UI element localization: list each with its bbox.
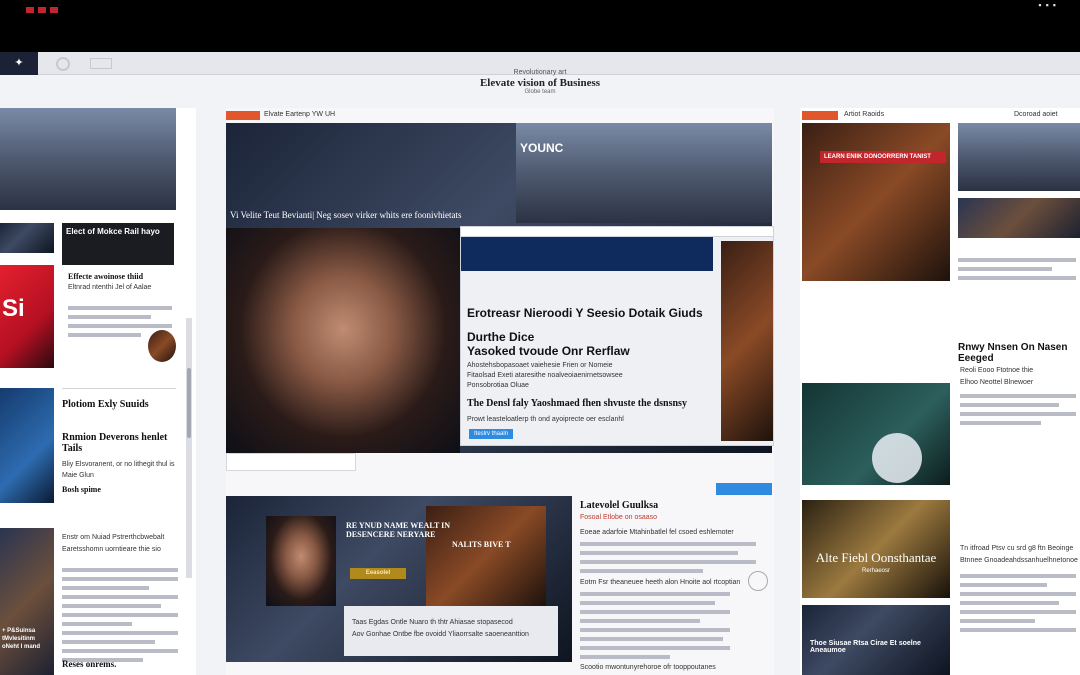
right-card-sign: LEARN ENIIK DONOORRERN TANIST [820, 151, 946, 163]
left-body-3: Enstr om Nuiad Pstrerthcbwebalt [62, 534, 165, 541]
story-2-overlay-b: NALITS BIVE T [452, 540, 511, 549]
story-2-caption-b: Aov Gonhae Ontbe fbe ovoidd Yliaorrsalte… [352, 631, 529, 638]
article-subtitle: Fosoal Etlobe on osaaso [580, 514, 658, 521]
left-card-1-title: Elect of Mokce Rail hayo [66, 227, 160, 236]
center-panel: Erotreasr Nieroodi Y Seesio Dotaik Giuds… [460, 226, 774, 446]
left-scrollbar[interactable] [186, 318, 192, 578]
right-card-dark-image[interactable]: Thoe Siusae Rtsa Cirae Et soelne Aneaumo… [802, 605, 950, 675]
right-column: Artiot Raoids Dcoroad aoiet LEARN ENIIK … [800, 108, 1080, 675]
right-card-3-image[interactable] [958, 198, 1080, 238]
right-card-1-image[interactable]: LEARN ENIIK DONOORRERN TANIST [802, 123, 950, 281]
story-2-chip[interactable]: Eeasolel [350, 568, 406, 579]
left-column: Si Elect of Mokce Rail hayo Effecte awoi… [0, 108, 196, 675]
left-card-1-sub[interactable]: Effecte awoinose thiid [68, 272, 176, 281]
hero-portrait [226, 228, 460, 453]
center-caption-bar[interactable] [226, 453, 356, 471]
right-card-gold-title: Alte Fiebl Oonsthantae [815, 550, 937, 565]
story-2-overlay: RE YNUD NAME WEALT IN DESENCERE NERYARE [346, 521, 451, 540]
right-body-2: Tn itfroad Ptsv cu srd g8 ftn Beoinge [960, 545, 1074, 552]
left-thumb-crowd[interactable]: + P&Suinsa tMvlesitinm oNeht I mand [0, 528, 54, 675]
story-2-caption: Taas Egdas Ontle Nuaro th thtr Ahiasae s… [352, 619, 513, 626]
right-body-1b: Elhoo Neottel Blnewoer [960, 379, 1034, 386]
right-section-label[interactable]: Artiot Raoids [844, 111, 944, 118]
panel-title[interactable]: Erotreasr Nieroodi Y Seesio Dotaik Giuds [467, 307, 717, 320]
os-top-bar: ▪▪▪ [0, 0, 1080, 52]
panel-heading-2b[interactable]: Yasoked tvoude Onr Rerflaw [467, 345, 717, 358]
left-card-1[interactable]: Elect of Mokce Rail hayo [62, 223, 174, 265]
panel-line-1: Ahostehsbopasoaet vaiehesie Frien or Nom… [467, 362, 613, 369]
left-footer-heading[interactable]: Reses onrems. [62, 659, 182, 669]
left-thumb-red[interactable]: Si [0, 265, 54, 368]
right-body-2b: Btnnee Gnoadeahdssanhuelhnetonoe [960, 557, 1078, 564]
hero-overlay-text: Vi Velite Teut Bevianti| Neg sosev virke… [230, 210, 462, 220]
site-header: Revolutionary art Elevate vision of Busi… [400, 69, 680, 105]
right-section-label-2[interactable]: Dcoroad aoiet [1014, 111, 1080, 118]
reload-icon[interactable] [56, 57, 70, 71]
article-share-icon[interactable] [748, 571, 768, 591]
panel-side-image[interactable] [721, 241, 773, 441]
right-card-globe-icon [872, 433, 922, 483]
article-body-3: Scootio mwontunyrehoroe ofr tooppoutanes [580, 664, 716, 671]
story-2-caption-box: Taas Egdas Ontle Nuaro th thtr Ahiasae s… [344, 606, 558, 656]
app-logo-icon[interactable]: ✦ [0, 52, 38, 75]
system-tray-icons[interactable]: ▪▪▪ [1038, 0, 1060, 10]
site-tagline: Globe team [524, 89, 556, 95]
left-sub-2[interactable]: Bosh spime [62, 485, 182, 494]
page-canvas: Revolutionary art Elevate vision of Busi… [0, 69, 1080, 675]
panel-line-3: Ponsobrotiaa Oluae [467, 382, 529, 389]
right-card-dark-title: Thoe Siusae Rtsa Cirae Et soelne Aneaumo… [810, 640, 921, 654]
panel-line-4: Prowt leasteloatlerp th ond ayoiprecte o… [467, 416, 624, 423]
right-card-2-image[interactable] [958, 123, 1080, 191]
left-overlay: + P&Suinsa tMvlesitinm oNeht I mand [2, 628, 41, 650]
right-card-teal-image[interactable] [802, 383, 950, 485]
tab-icon[interactable] [90, 58, 112, 69]
panel-nav-bar[interactable] [461, 237, 713, 271]
center-subscribe-button[interactable] [716, 483, 772, 495]
left-food-image[interactable] [148, 330, 176, 362]
article-body-2: Eotm Fsr theaneuee heeth alon Hnoite aol… [580, 579, 741, 586]
window-controls[interactable] [26, 0, 62, 13]
panel-heading-3[interactable]: The Densl faly Yaoshmaed fhen shvuste th… [467, 398, 717, 410]
left-body-2b: Maie Glun [62, 472, 94, 479]
panel-button[interactable]: Iteslrv thaaln [469, 429, 513, 439]
hero-sign: YOUNC [520, 141, 564, 155]
site-name[interactable]: Elevate vision of Business [400, 77, 680, 89]
left-thumb-1[interactable] [0, 223, 54, 253]
article-title[interactable]: Latevolel Guulksa [580, 500, 770, 512]
right-body-1: Reoli Eooo Ftotnoe thie [960, 367, 1034, 374]
left-heading-2[interactable]: Rnmion Deverons henlet Tails [62, 432, 182, 454]
right-card-gold-sub: Rerhaeosr [861, 568, 890, 574]
left-body-2: Bliy Elsvoranent, or no lithegit thul is [62, 461, 175, 468]
site-kicker: Revolutionary art [513, 69, 567, 76]
center-section-badge [226, 111, 260, 120]
center-column: Elvate Eartenp YW UH YOUNC Vi Velite Teu… [226, 108, 774, 675]
center-section-label[interactable]: Elvate Eartenp YW UH [264, 111, 464, 118]
right-card-gold-image[interactable]: Alte Fiebl Oonsthantae Rerhaeosr [802, 500, 950, 598]
panel-heading-2a[interactable]: Durthe Dice [467, 331, 717, 344]
panel-toolbar[interactable] [461, 227, 773, 237]
left-body-3b: Earetsshomn uorntieare thie sio [62, 546, 161, 553]
hero-city-image: YOUNC [516, 123, 772, 223]
right-heading-1[interactable]: Rnwy Nnsen On Nasen Eeeged [958, 342, 1080, 364]
right-section-badge [802, 111, 838, 120]
left-hero-image[interactable] [0, 108, 176, 210]
article-body: Eoeae adarfoie Mtahinbatlel fel csoed es… [580, 529, 734, 536]
left-card-1-line: Eltnrad ntenthi Jel of Aalae [68, 284, 152, 291]
left-thumb-blue[interactable] [0, 388, 54, 503]
panel-line-2: Fitaolsad Exeti ataresithe noalveoiaenir… [467, 372, 623, 379]
left-heading-1[interactable]: Plotiom Exly Suuids [62, 399, 182, 411]
